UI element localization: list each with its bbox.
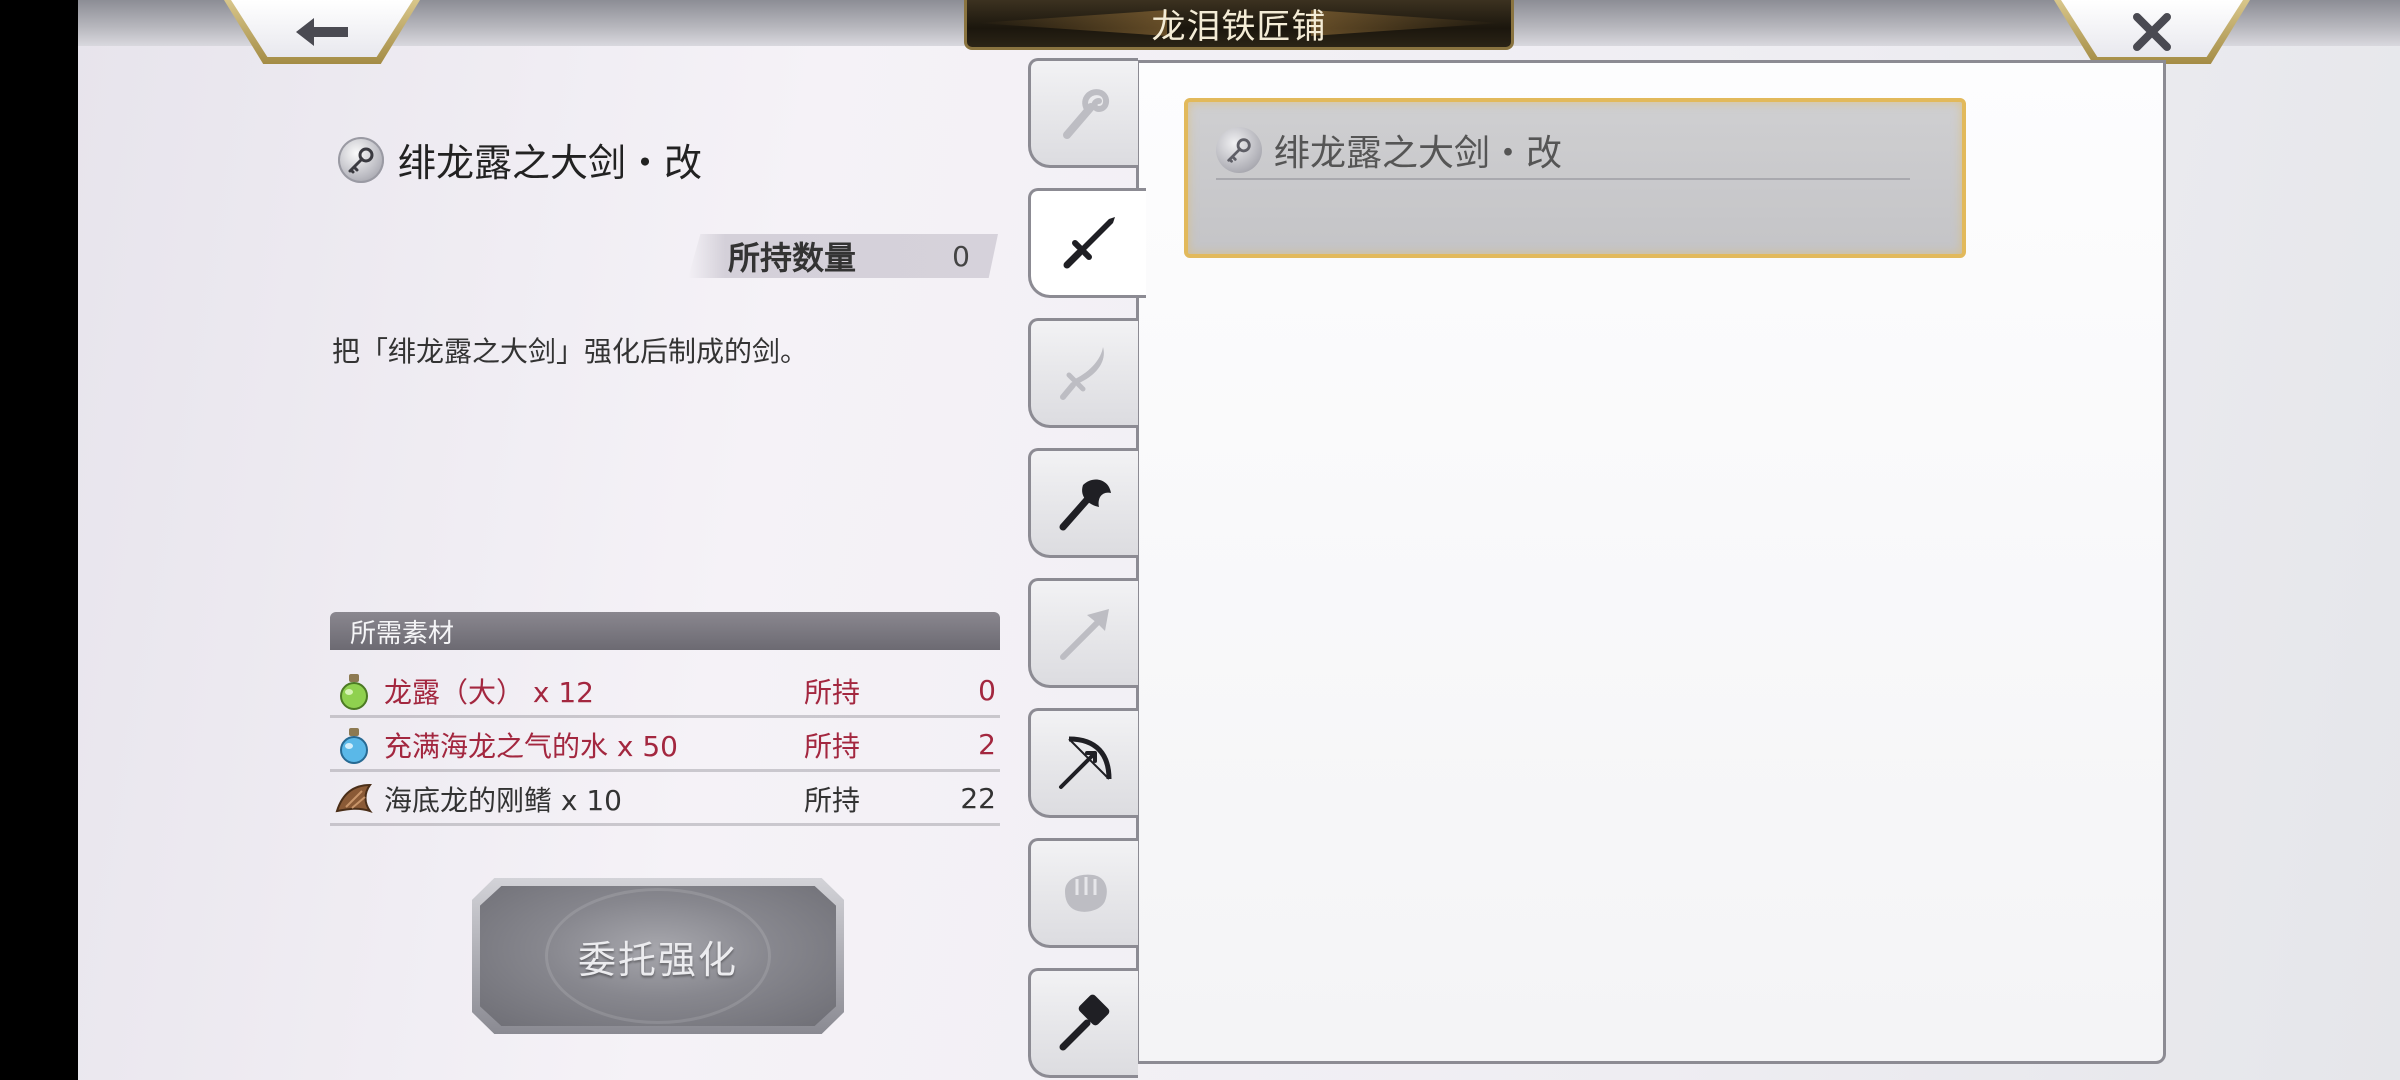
- weapon-description: 把「绯龙露之大剑」强化后制成的剑。: [332, 335, 809, 368]
- bow-icon: [1058, 736, 1111, 789]
- material-owned-label: 所持: [804, 729, 861, 763]
- owned-count: 0: [952, 239, 970, 273]
- owned-label: 所持数量: [728, 239, 857, 277]
- material-name: 海底龙的刚鳍 x 10: [384, 783, 623, 817]
- fin-icon: [334, 779, 374, 819]
- tab-axe[interactable]: [1028, 448, 1138, 558]
- back-button[interactable]: [224, 0, 420, 64]
- key-icon: [1216, 127, 1262, 173]
- material-name: 充满海龙之气的水 x 50: [384, 729, 679, 763]
- fist-icon: [1064, 874, 1107, 912]
- axe-icon: [1059, 479, 1111, 531]
- blue-potion-icon: [334, 725, 374, 765]
- commission-upgrade-button[interactable]: 委托强化: [472, 878, 844, 1034]
- material-owned-count: 0: [978, 674, 996, 707]
- tab-bow[interactable]: [1028, 708, 1138, 818]
- green-potion-icon: [334, 671, 374, 711]
- weapon-name: 绯龙露之大剑・改: [398, 141, 703, 185]
- arrow-left-icon: [296, 18, 348, 46]
- owned-count-bar: 所持数量 0: [688, 234, 998, 278]
- tab-spear[interactable]: [1028, 578, 1138, 688]
- materials-header: 所需素材: [330, 612, 1000, 650]
- tab-sword[interactable]: [1028, 188, 1146, 298]
- tab-staff[interactable]: [1028, 58, 1138, 168]
- tab-curved-blade[interactable]: [1028, 318, 1138, 428]
- key-icon: [338, 136, 384, 183]
- sword-icon: [1063, 217, 1115, 269]
- material-row: 海底龙的刚鳍 x 10 所持 22: [330, 774, 1000, 826]
- weapon-list-item[interactable]: 绯龙露之大剑・改: [1184, 98, 1966, 258]
- spear-icon: [1059, 609, 1109, 660]
- tab-hammer[interactable]: [1028, 968, 1138, 1078]
- close-icon: [2133, 13, 2171, 51]
- material-name: 龙露（大） x 12: [384, 675, 595, 709]
- close-button[interactable]: [2054, 0, 2250, 64]
- weapon-list-item-name: 绯龙露之大剑・改: [1274, 133, 1563, 174]
- material-owned-label: 所持: [804, 783, 861, 817]
- material-owned-count: 2: [978, 728, 996, 761]
- weapon-title: 绯龙露之大剑・改: [338, 132, 702, 187]
- game-screen: 龙泪铁匠铺 绯龙露之大剑・改 所持数量 0 把「绯龙露之大剑」强化后制成的剑。 …: [78, 0, 2400, 1080]
- page-title: 龙泪铁匠铺: [964, 0, 1514, 50]
- commission-upgrade-label: 委托强化: [577, 937, 738, 982]
- staff-icon: [1062, 89, 1109, 139]
- material-owned-count: 22: [960, 782, 996, 815]
- material-row: 龙露（大） x 12 所持 0: [330, 666, 1000, 718]
- material-owned-label: 所持: [804, 675, 861, 709]
- tab-fist[interactable]: [1028, 838, 1138, 948]
- hammer-icon: [1059, 994, 1109, 1051]
- material-row: 充满海龙之气的水 x 50 所持 2: [330, 720, 1000, 772]
- curved-blade-icon: [1059, 347, 1104, 400]
